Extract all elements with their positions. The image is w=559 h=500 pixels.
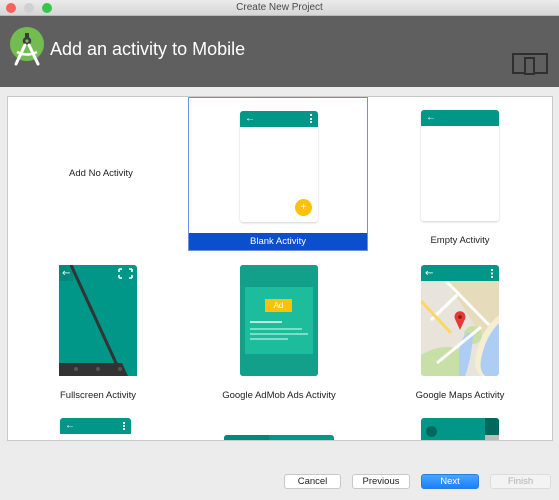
template-label: Blank Activity <box>189 233 367 250</box>
svg-text:←: ← <box>62 268 70 279</box>
page-title: Add an activity to Mobile <box>50 39 246 59</box>
template-label: Empty Activity <box>430 235 490 246</box>
template-label: Add No Activity <box>69 168 133 179</box>
template-partial-row3-center[interactable] <box>224 435 334 440</box>
svg-text:←: ← <box>425 268 433 279</box>
template-label: Google AdMob Ads Activity <box>222 390 336 401</box>
wizard-header: Add an activity to Mobile <box>0 16 559 87</box>
back-arrow-icon: ← <box>426 112 436 123</box>
template-partial-row3-right[interactable] <box>421 418 499 440</box>
previous-button[interactable]: Previous <box>352 474 410 489</box>
admob-activity-preview: Ad <box>240 265 318 376</box>
template-fullscreen-activity[interactable]: ← Fullscreen Activity <box>8 252 188 406</box>
activity-template-gallery[interactable]: Add No Activity ← + Blank Activity ← Emp… <box>7 96 553 441</box>
back-arrow-icon: ← <box>245 113 255 124</box>
maps-activity-preview: ← <box>421 265 499 376</box>
app-bar: ← <box>240 111 318 127</box>
ad-badge: Ad <box>265 299 292 312</box>
template-add-no-activity[interactable]: Add No Activity <box>11 97 191 251</box>
android-studio-logo-icon <box>10 27 44 66</box>
fab-add-icon: + <box>295 199 312 216</box>
window-titlebar: Create New Project <box>0 0 559 16</box>
empty-activity-preview: ← <box>421 110 499 221</box>
finish-button[interactable]: Finish <box>490 474 551 489</box>
window-title: Create New Project <box>236 2 323 13</box>
back-arrow-icon: ← <box>65 420 75 431</box>
overflow-menu-icon <box>123 422 125 430</box>
blank-activity-preview: ← + <box>240 111 318 222</box>
template-maps-activity[interactable]: ← Google Maps Activity <box>370 252 550 406</box>
template-partial-row3-left[interactable]: ← <box>60 418 131 440</box>
fullscreen-activity-preview: ← <box>59 265 137 376</box>
template-label: Fullscreen Activity <box>59 390 137 401</box>
cancel-button[interactable]: Cancel <box>284 474 341 489</box>
overflow-menu-icon <box>310 114 312 123</box>
next-button[interactable]: Next <box>421 474 479 489</box>
template-label: Google Maps Activity <box>415 390 505 401</box>
template-admob-activity[interactable]: Ad Google AdMob Ads Activity <box>189 252 369 406</box>
mobile-device-icon <box>512 53 548 75</box>
template-blank-activity[interactable]: ← + Blank Activity <box>188 97 368 251</box>
app-bar: ← <box>421 110 499 126</box>
template-empty-activity[interactable]: ← Empty Activity <box>370 97 550 251</box>
